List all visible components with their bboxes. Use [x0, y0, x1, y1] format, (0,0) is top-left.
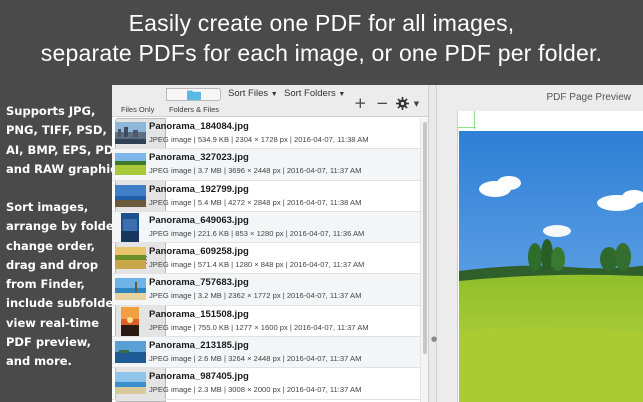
- file-meta: JPEG image | 755.0 KB | 1277 × 1600 px |…: [149, 322, 369, 332]
- thumbnail-image: [121, 306, 139, 336]
- file-name: Panorama_757683.jpg: [149, 277, 249, 289]
- thumbnail-image: [115, 278, 146, 301]
- file-row[interactable]: Panorama_649063.jpg JPEG image | 221.6 K…: [112, 211, 420, 244]
- file-name: Panorama_609258.jpg: [149, 246, 249, 258]
- thumbnail-image: [115, 153, 146, 176]
- file-row[interactable]: Panorama_327023.jpg JPEG image | 3.7 MB …: [112, 149, 420, 181]
- split-view-divider[interactable]: ●: [428, 85, 437, 402]
- headline: Easily create one PDF for all images, se…: [0, 8, 643, 68]
- file-list-scrollbar[interactable]: [420, 118, 428, 402]
- file-meta: JPEG image | 2.6 MB | 3264 × 2448 px | 2…: [149, 354, 362, 364]
- file-list[interactable]: Panorama_184084.jpg JPEG image | 534.9 K…: [112, 118, 420, 402]
- file-meta: JPEG image | 2.3 MB | 3008 × 2000 px | 2…: [149, 385, 362, 395]
- add-button[interactable]: +: [354, 96, 367, 111]
- file-name: Panorama_184084.jpg: [149, 121, 249, 132]
- preview-photo: [459, 131, 643, 402]
- file-name: Panorama_649063.jpg: [149, 214, 249, 226]
- file-name: Panorama_151508.jpg: [149, 308, 249, 320]
- file-row[interactable]: Panorama_213185.jpg JPEG image | 2.6 MB …: [112, 337, 420, 369]
- file-meta: JPEG image | 5.4 MB | 4272 × 2848 px | 2…: [149, 197, 362, 207]
- file-meta: JPEG image | 3.2 MB | 2362 × 1772 px | 2…: [149, 291, 362, 301]
- thumbnail-image: [115, 247, 146, 270]
- toolbar: Files Only Folders & Files Sort Files ▼ …: [112, 85, 428, 402]
- pdf-page: [457, 111, 643, 402]
- file-row[interactable]: Panorama_609258.jpg JPEG image | 571.4 K…: [112, 243, 420, 275]
- remove-button[interactable]: −: [376, 96, 389, 111]
- preview-title: PDF Page Preview: [546, 92, 631, 103]
- formats-line: Supports JPG,: [6, 104, 96, 118]
- file-row[interactable]: Panorama_184084.jpg JPEG image | 534.9 K…: [112, 118, 420, 150]
- formats-line: AI, BMP, EPS, PDF,: [6, 142, 124, 157]
- sort-folders-dropdown[interactable]: Sort Folders ▼: [284, 88, 345, 99]
- file-meta: JPEG image | 571.4 KB | 1280 × 848 px | …: [149, 260, 365, 270]
- file-name: Panorama_327023.jpg: [149, 152, 249, 164]
- file-name: Panorama_987405.jpg: [149, 371, 249, 383]
- file-row[interactable]: Panorama_192799.jpg JPEG image | 5.4 MB …: [112, 181, 420, 212]
- file-row[interactable]: Panorama_987405.jpg JPEG image | 2.3 MB …: [112, 368, 420, 400]
- file-row[interactable]: Panorama_151508.jpg JPEG image | 755.0 K…: [112, 306, 420, 338]
- file-name: Panorama_192799.jpg: [149, 183, 249, 195]
- chevron-down-icon: ▼: [413, 100, 420, 108]
- gear-icon: [396, 97, 409, 110]
- file-meta: JPEG image | 221.6 KB | 853 × 1280 px | …: [149, 228, 365, 238]
- crop-mark: [474, 111, 475, 129]
- sort-folders-label: Sort Folders: [284, 88, 336, 99]
- file-name: Panorama_213185.jpg: [149, 340, 249, 352]
- thumbnail-image: [115, 372, 146, 395]
- scrollbar-thumb[interactable]: [423, 122, 427, 354]
- formats-text: Supports JPG, PNG, TIFF, PSD, AI, BMP, E…: [6, 102, 128, 179]
- sort-files-dropdown[interactable]: Sort Files ▼: [228, 88, 278, 99]
- pdf-preview-panel: PDF Page Preview: [437, 85, 643, 402]
- file-meta: JPEG image | 534.9 KB | 2304 × 1728 px |…: [149, 135, 369, 144]
- file-row[interactable]: Panorama_757683.jpg JPEG image | 3.2 MB …: [112, 274, 420, 306]
- app-window: Files Only Folders & Files Sort Files ▼ …: [112, 85, 643, 402]
- folders-files-toggle[interactable]: [166, 88, 221, 101]
- thumbnail-image: [121, 212, 139, 242]
- headline-line-2: separate PDFs for each image, or one PDF…: [40, 40, 603, 66]
- files-only-label: Files Only: [121, 105, 155, 114]
- file-meta: JPEG image | 3.7 MB | 3696 × 2448 px | 2…: [149, 166, 362, 176]
- headline-line-1: Easily create one PDF for all images,: [128, 10, 515, 36]
- thumbnail-image: [115, 184, 146, 207]
- chevron-down-icon: ▼: [338, 91, 346, 98]
- sort-files-label: Sort Files: [228, 88, 269, 99]
- settings-menu-button[interactable]: ▼: [396, 97, 419, 112]
- folder-icon: [186, 90, 201, 100]
- formats-line: PNG, TIFF, PSD,: [6, 123, 107, 138]
- folders-files-label: Folders & Files: [169, 105, 220, 114]
- thumbnail-image: [115, 341, 146, 364]
- thumbnail-image: [115, 122, 146, 144]
- formats-line: and RAW graphics.: [6, 161, 129, 176]
- chevron-down-icon: ▼: [270, 91, 278, 98]
